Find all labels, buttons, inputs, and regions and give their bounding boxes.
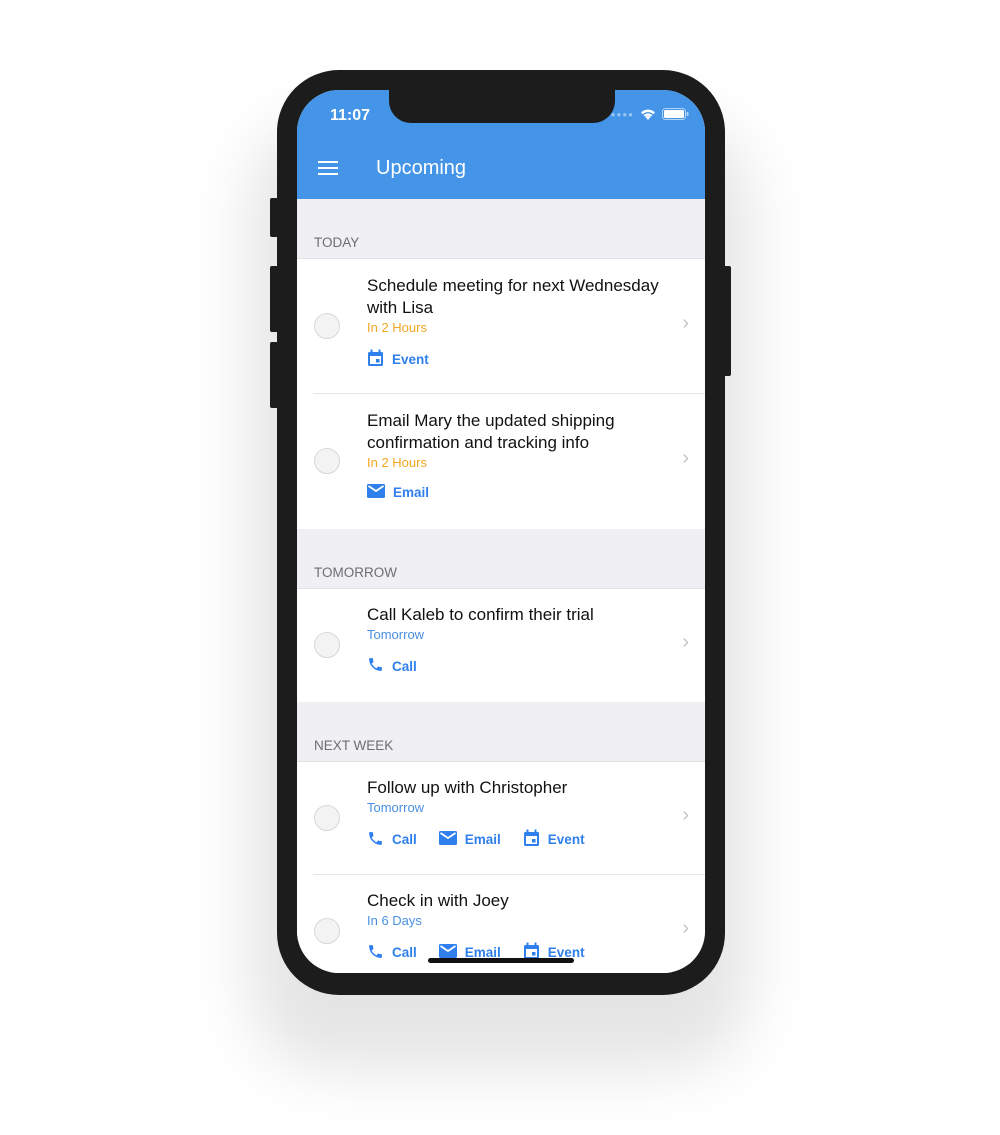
action-label: Event xyxy=(392,352,429,367)
section-header: TOMORROW xyxy=(297,529,705,589)
chevron-right-icon[interactable]: › xyxy=(682,804,689,827)
action-row: Call Email Event xyxy=(367,829,667,850)
action-label: Event xyxy=(547,832,585,847)
action-label: Email xyxy=(393,485,430,500)
complete-checkbox[interactable] xyxy=(314,312,340,339)
task-title: Email Mary the updated shipping confirma… xyxy=(367,411,615,452)
email-icon xyxy=(438,831,457,848)
email-action-button[interactable]: Email xyxy=(367,484,429,501)
task-text: Schedule meeting for next Wednesday with… xyxy=(367,275,667,370)
list-item[interactable]: Schedule meeting for next Wednesday with… xyxy=(297,259,705,394)
chevron-right-icon[interactable]: › xyxy=(682,312,689,335)
notch xyxy=(389,90,615,123)
section-label: NEXT WEEK xyxy=(314,738,394,753)
chevron-right-icon[interactable]: › xyxy=(682,631,689,654)
due-label: Tomorrow xyxy=(367,800,425,815)
due-label: In 2 Hours xyxy=(367,320,427,335)
action-label: Call xyxy=(392,945,417,960)
action-label: Call xyxy=(392,658,417,674)
battery-icon xyxy=(662,108,689,120)
task-text: Call Kaleb to confirm their trial Tomorr… xyxy=(367,604,667,676)
call-action-button[interactable]: Call xyxy=(367,942,417,963)
section-label: TODAY xyxy=(314,235,360,250)
event-action-button[interactable]: Event xyxy=(523,829,585,850)
action-label: Call xyxy=(392,832,417,847)
action-row: Call xyxy=(367,656,667,676)
task-title: Call Kaleb to confirm their trial xyxy=(367,605,594,624)
phone-screen: 11:07 ●●●● Upcoming TODAY Schedule meeti… xyxy=(297,90,705,973)
task-title: Follow up with Christopher xyxy=(367,778,568,797)
phone-icon xyxy=(367,943,384,963)
event-action-button[interactable]: Event xyxy=(367,349,429,370)
section-label: TOMORROW xyxy=(314,565,397,580)
wifi-icon xyxy=(641,109,655,120)
page-title: Upcoming xyxy=(376,157,467,179)
action-row: Event xyxy=(367,349,667,370)
calendar-icon xyxy=(367,349,384,370)
section-header: TODAY xyxy=(297,199,705,259)
complete-checkbox[interactable] xyxy=(314,804,340,831)
call-action-button[interactable]: Call xyxy=(367,656,417,676)
home-indicator[interactable] xyxy=(428,958,574,963)
status-time: 11:07 xyxy=(330,107,371,124)
section-header: NEXT WEEK xyxy=(297,702,705,762)
complete-checkbox[interactable] xyxy=(314,631,340,658)
task-text: Check in with Joey In 6 Days Call Email Ev… xyxy=(367,890,667,963)
email-action-button[interactable]: Email xyxy=(438,829,501,850)
due-label: In 2 Hours xyxy=(367,455,427,470)
phone-icon xyxy=(367,830,384,850)
task-title: Check in with Joey xyxy=(367,891,509,910)
due-label: Tomorrow xyxy=(367,627,425,642)
calendar-icon xyxy=(523,829,540,850)
call-action-button[interactable]: Call xyxy=(367,829,417,850)
app-header: 11:07 ●●●● Upcoming xyxy=(297,90,705,199)
complete-checkbox[interactable] xyxy=(314,917,340,944)
phone-icon xyxy=(367,656,384,676)
complete-checkbox[interactable] xyxy=(314,447,340,474)
hamburger-menu-icon[interactable] xyxy=(318,161,338,175)
task-list: TODAY Schedule meeting for next Wednesda… xyxy=(297,199,705,973)
list-item[interactable]: Follow up with Christopher Tomorrow Call… xyxy=(297,762,705,875)
action-label: Email xyxy=(464,832,501,847)
task-text: Follow up with Christopher Tomorrow Call… xyxy=(367,777,667,850)
task-title: Schedule meeting for next Wednesday with… xyxy=(367,276,659,317)
due-label: In 6 Days xyxy=(367,913,422,928)
status-icons: ●●●● xyxy=(611,108,689,120)
chevron-right-icon[interactable]: › xyxy=(682,447,689,470)
list-item[interactable]: Email Mary the updated shipping confirma… xyxy=(297,394,705,529)
action-row: Email xyxy=(367,484,667,501)
signal-dots-icon: ●●●● xyxy=(610,109,634,119)
chevron-right-icon[interactable]: › xyxy=(682,917,689,940)
list-item[interactable]: Call Kaleb to confirm their trial Tomorr… xyxy=(297,589,705,702)
email-icon xyxy=(367,484,385,501)
task-text: Email Mary the updated shipping confirma… xyxy=(367,410,667,501)
